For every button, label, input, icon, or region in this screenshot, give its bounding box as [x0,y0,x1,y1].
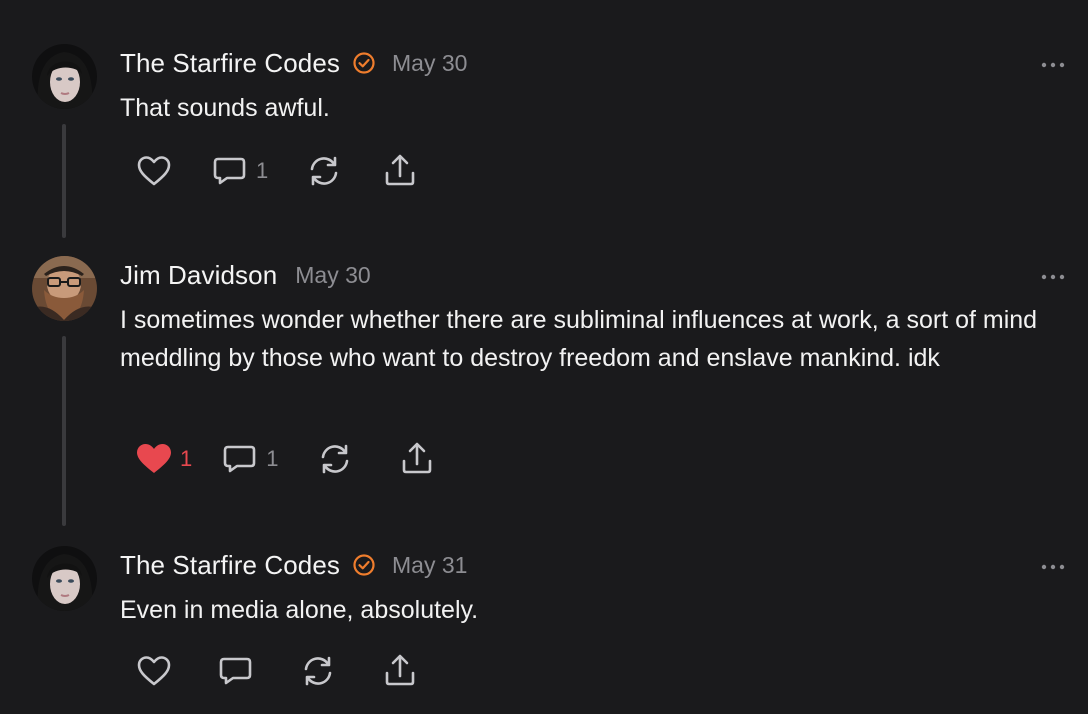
comment-header: Jim Davidson May 30 [120,258,371,292]
restack-icon [304,151,344,191]
thread-line [62,124,66,238]
author-name[interactable]: The Starfire Codes [120,48,340,79]
like-button[interactable] [134,151,174,191]
reply-button[interactable]: 1 [220,439,279,479]
restack-icon [315,439,355,479]
reply-count: 1 [266,446,279,471]
share-icon [380,651,420,691]
like-button[interactable]: 1 [134,439,192,479]
comment-header: The Starfire Codes May 30 [120,46,467,80]
share-button[interactable] [380,651,420,691]
comment-date[interactable]: May 31 [392,552,467,579]
reply-count: 1 [256,158,269,183]
comment-icon [210,151,250,191]
comment-text: That sounds awful. [120,94,330,122]
reply-button[interactable] [216,651,256,691]
comment-actions: 1 1 [134,439,437,479]
restack-button[interactable] [304,151,344,191]
comment-text: I sometimes wonder whether there are sub… [120,306,1038,372]
share-button[interactable] [397,439,437,479]
like-button[interactable] [134,651,174,691]
restack-icon [298,651,338,691]
more-options-icon[interactable] [1040,269,1066,280]
more-options-icon[interactable] [1040,559,1066,570]
verified-badge-icon [352,553,376,577]
comment-actions: 1 [134,151,420,191]
reply-button[interactable]: 1 [210,151,268,191]
like-count: 1 [180,446,193,471]
comment-actions [134,651,420,691]
restack-button[interactable] [298,651,338,691]
comment-text: Even in media alone, absolutely. [120,596,479,624]
comment-date[interactable]: May 30 [392,50,467,77]
avatar[interactable] [32,44,97,109]
share-icon [397,439,437,479]
comment-thread: The Starfire Codes May 30 That sounds aw… [0,0,1088,714]
thread-line [62,336,66,526]
avatar[interactable] [32,256,97,321]
comment-header: The Starfire Codes May 31 [120,548,467,582]
heart-icon [134,651,174,691]
comment-icon [216,651,256,691]
share-icon [380,151,420,191]
verified-badge-icon [352,51,376,75]
heart-icon [134,151,174,191]
author-name[interactable]: The Starfire Codes [120,550,340,581]
comment-date[interactable]: May 30 [295,262,370,289]
heart-icon [134,439,174,479]
share-button[interactable] [380,151,420,191]
restack-button[interactable] [315,439,355,479]
author-name[interactable]: Jim Davidson [120,260,277,291]
avatar[interactable] [32,546,97,611]
comment-icon [220,439,260,479]
more-options-icon[interactable] [1040,57,1066,68]
